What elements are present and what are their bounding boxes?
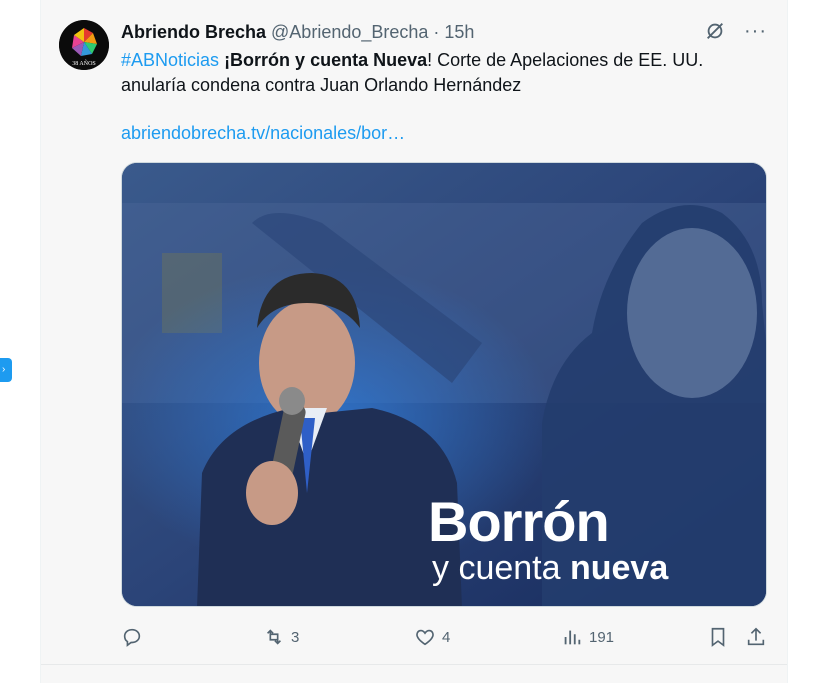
tweet-divider <box>41 664 787 665</box>
display-name[interactable]: Abriendo Brecha <box>121 22 266 43</box>
more-icon[interactable]: ··· <box>744 21 767 41</box>
tweet-bold-text: ¡Borrón y cuenta Nueva <box>224 50 428 70</box>
tweet-image[interactable]: Borrón y cuenta nueva <box>121 162 767 607</box>
like-count: 4 <box>442 628 451 646</box>
side-tab[interactable]: › <box>0 358 12 382</box>
retweet-icon <box>266 629 282 645</box>
reply-icon <box>123 628 141 647</box>
side-tab-icon: › <box>2 364 6 375</box>
media-subtitle: y cuenta nueva <box>432 549 668 588</box>
views-count: 191 <box>589 628 615 646</box>
views-button[interactable]: 191 <box>561 624 614 650</box>
share-button[interactable] <box>745 624 767 650</box>
avatar[interactable]: 38 AÑOS <box>59 20 109 70</box>
svg-text:38 AÑOS: 38 AÑOS <box>72 59 96 67</box>
reply-button[interactable] <box>121 624 149 650</box>
separator: · <box>433 21 440 42</box>
like-button[interactable]: 4 <box>414 624 450 650</box>
hashtag[interactable]: #ABNoticias <box>121 50 219 70</box>
media-subtitle-light: y cuenta <box>432 549 570 587</box>
like-icon <box>416 629 434 646</box>
article-link[interactable]: abriendobrecha.tv/nacionales/bor… <box>121 123 405 144</box>
avatar-logo: 38 AÑOS <box>59 20 109 70</box>
left-column <box>0 0 40 683</box>
retweet-count: 3 <box>291 628 300 646</box>
tweet-card[interactable]: 38 AÑOS Abriendo Brecha @Abriendo_Brecha… <box>40 0 788 683</box>
handle[interactable]: @Abriendo_Brecha <box>271 22 428 43</box>
tweet-header: Abriendo Brecha @Abriendo_Brecha · 15h ·… <box>121 20 767 44</box>
action-bar: 3 4 191 <box>121 624 769 650</box>
header-icons: ··· <box>704 20 767 42</box>
media-title: Borrón <box>428 490 610 553</box>
media-subtitle-bold: nueva <box>569 549 669 587</box>
bookmark-icon <box>711 627 725 647</box>
tweet-text: #ABNoticias ¡Borrón y cuenta Nueva! Cort… <box>121 48 761 98</box>
views-icon <box>564 630 581 645</box>
retweet-button[interactable]: 3 <box>263 624 299 650</box>
timestamp[interactable]: 15h <box>444 22 474 43</box>
grok-icon[interactable] <box>704 20 726 42</box>
bookmark-button[interactable] <box>707 624 729 650</box>
share-icon <box>747 627 765 646</box>
